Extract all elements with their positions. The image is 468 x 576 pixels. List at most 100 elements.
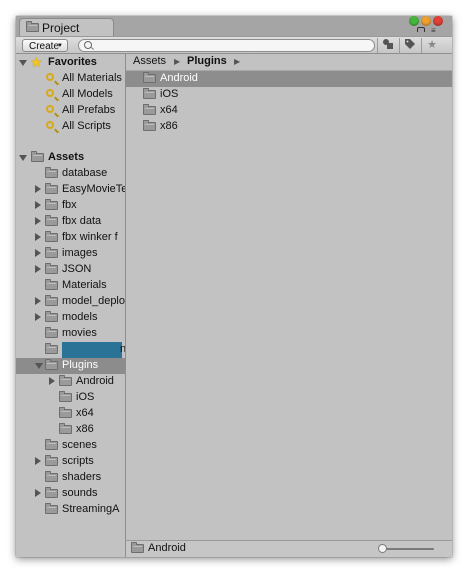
star-icon: ★ [30, 54, 43, 70]
tree-item-scripts[interactable]: scripts [16, 454, 125, 470]
tree-item-redacted[interactable]: n [16, 342, 125, 358]
tree-item-android[interactable]: Android [16, 374, 125, 390]
tree-item-movies[interactable]: movies [16, 326, 125, 342]
tree-item-json[interactable]: JSON [16, 262, 125, 278]
collapsed-arrow-icon[interactable] [35, 217, 41, 225]
shapes-icon [383, 39, 393, 49]
redacted-label-block [62, 342, 122, 358]
tree-item-fbx-winker[interactable]: fbx winker f [16, 230, 125, 246]
breadcrumb-plugins[interactable]: Plugins [187, 55, 227, 67]
favorites-header[interactable]: ★ Favorites [16, 55, 125, 71]
folder-icon [45, 231, 58, 242]
zoom-button-icon[interactable] [409, 16, 419, 26]
search-input[interactable] [95, 40, 365, 51]
tree-item-assets[interactable]: Assets [16, 150, 125, 166]
tree-item-label: Assets [48, 151, 85, 163]
collapsed-arrow-icon[interactable] [49, 377, 55, 385]
favorite-item-all-scripts[interactable]: All Scripts [16, 119, 125, 135]
collapsed-arrow-icon[interactable] [35, 489, 41, 497]
tree-item-images[interactable]: images [16, 246, 125, 262]
content-item-ios[interactable]: iOS [126, 87, 452, 103]
favorite-label: All Models [62, 88, 113, 100]
tree-item-x86[interactable]: x86 [16, 422, 125, 438]
search-filter-icon [46, 105, 54, 113]
tree-item-label: movies [62, 327, 97, 339]
content-item-label: Android [160, 72, 198, 84]
tree-item-label: iOS [76, 391, 95, 403]
tree-item-models[interactable]: models [16, 310, 125, 326]
favorite-item-all-models[interactable]: All Models [16, 87, 125, 103]
folder-icon [45, 183, 58, 194]
breadcrumb-assets[interactable]: Assets [133, 55, 166, 67]
tab-project[interactable]: Project [19, 18, 114, 36]
filter-by-label-button[interactable] [399, 38, 420, 53]
folder-icon [45, 343, 58, 354]
folder-tree: ★ Favorites All Materials All Models All… [16, 54, 126, 557]
tree-item-fbx-data[interactable]: fbx data [16, 214, 125, 230]
folder-icon [45, 279, 58, 290]
lock-icon[interactable] [417, 27, 425, 32]
folder-icon [45, 311, 58, 322]
tree-item-shaders[interactable]: shaders [16, 470, 125, 486]
expand-arrow-icon[interactable] [19, 60, 27, 66]
content-item-x86[interactable]: x86 [126, 119, 452, 135]
project-window: Project ≡ Create ▼ ★ ★ Favorites All Mat… [16, 16, 452, 557]
create-button-label: Create [29, 41, 60, 52]
collapsed-arrow-icon[interactable] [35, 297, 41, 305]
content-item-label: x86 [160, 120, 178, 132]
favorite-item-all-materials[interactable]: All Materials [16, 71, 125, 87]
folder-icon [143, 104, 156, 115]
collapsed-arrow-icon[interactable] [35, 457, 41, 465]
star-icon: ★ [427, 39, 437, 51]
tree-item-plugins[interactable]: Plugins [16, 358, 125, 374]
content-item-label: x64 [160, 104, 178, 116]
tree-item-label: StreamingA [62, 503, 120, 515]
folder-icon [45, 295, 58, 306]
tree-item-scenes[interactable]: scenes [16, 438, 125, 454]
create-button[interactable]: Create ▼ [22, 39, 68, 52]
expand-arrow-icon[interactable] [35, 363, 43, 369]
tree-item-label: Android [76, 375, 114, 387]
panel-menu-icon[interactable]: ≡ [431, 27, 436, 35]
tree-item-model-deploy[interactable]: model_deplo [16, 294, 125, 310]
tree-item-materials[interactable]: Materials [16, 278, 125, 294]
content-item-android[interactable]: Android [126, 71, 452, 87]
icon-size-slider-track[interactable] [382, 548, 434, 550]
collapsed-arrow-icon[interactable] [35, 249, 41, 257]
tree-item-label: fbx winker f [62, 231, 118, 243]
favorite-item-all-prefabs[interactable]: All Prefabs [16, 103, 125, 119]
search-box[interactable] [78, 39, 375, 52]
collapsed-arrow-icon[interactable] [35, 233, 41, 241]
collapsed-arrow-icon[interactable] [35, 265, 41, 273]
breadcrumb: Assets ▶ Plugins ▶ [126, 54, 452, 71]
tree-item-fbx[interactable]: fbx [16, 198, 125, 214]
tree-item-streamingassets[interactable]: StreamingA [16, 502, 125, 518]
collapsed-arrow-icon[interactable] [35, 313, 41, 321]
tree-item-label: sounds [62, 487, 98, 499]
folder-icon [143, 120, 156, 131]
tab-strip: Project ≡ [16, 16, 452, 36]
breadcrumb-separator-icon[interactable]: ▶ [234, 57, 240, 66]
tree-item-label: Plugins [62, 359, 99, 371]
folder-icon [31, 151, 44, 162]
minimize-button-icon[interactable] [421, 16, 431, 26]
tree-item-x64[interactable]: x64 [16, 406, 125, 422]
expand-arrow-icon[interactable] [19, 155, 27, 161]
tree-item-database[interactable]: database [16, 166, 125, 182]
tree-item-easymovietexture[interactable]: EasyMovieTe [16, 182, 125, 198]
folder-icon [59, 407, 72, 418]
close-button-icon[interactable] [433, 16, 443, 26]
tree-item-sounds[interactable]: sounds [16, 486, 125, 502]
tree-item-label: x64 [76, 407, 94, 419]
folder-icon [45, 471, 58, 482]
toolbar: Create ▼ ★ [16, 36, 452, 54]
save-search-button[interactable]: ★ [421, 38, 442, 53]
search-filter-icon [46, 121, 54, 129]
collapsed-arrow-icon[interactable] [35, 201, 41, 209]
collapsed-arrow-icon[interactable] [35, 185, 41, 193]
tree-item-ios[interactable]: iOS [16, 390, 125, 406]
content-item-x64[interactable]: x64 [126, 103, 452, 119]
filter-by-type-button[interactable] [377, 38, 398, 53]
icon-size-slider-handle[interactable] [378, 544, 387, 553]
favorite-label: All Prefabs [62, 104, 116, 116]
